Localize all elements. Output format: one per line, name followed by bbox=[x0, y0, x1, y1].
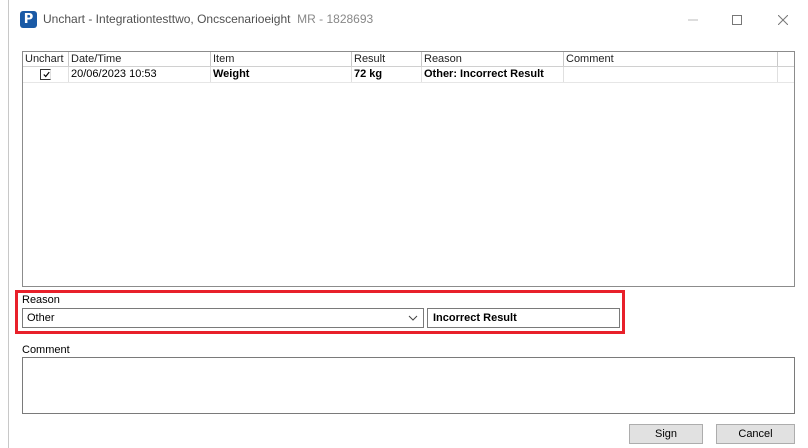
reason-detail-field[interactable]: Incorrect Result bbox=[427, 308, 620, 328]
unchart-checkbox[interactable] bbox=[40, 69, 51, 80]
col-header-unchart[interactable]: Unchart bbox=[23, 52, 69, 66]
table-row[interactable]: 20/06/2023 10:53 Weight 72 kg Other: Inc… bbox=[23, 67, 794, 83]
comment-label: Comment bbox=[22, 344, 70, 356]
close-button[interactable] bbox=[761, 6, 805, 34]
grid-header: Unchart Date/Time Item Result Reason Com… bbox=[23, 52, 794, 67]
minimize-icon bbox=[688, 19, 698, 21]
mr-number: MR - 1828693 bbox=[297, 12, 374, 26]
reason-label: Reason bbox=[22, 294, 60, 306]
col-header-comment[interactable]: Comment bbox=[564, 52, 778, 66]
close-icon bbox=[778, 15, 788, 25]
cell-comment bbox=[564, 67, 778, 82]
cell-reason: Other: Incorrect Result bbox=[422, 67, 564, 82]
chevron-down-icon bbox=[408, 315, 418, 321]
title-bar[interactable]: P Unchart - Integrationtesttwo, Oncscena… bbox=[9, 0, 808, 40]
col-header-reason[interactable]: Reason bbox=[422, 52, 564, 66]
window-title: Unchart - Integrationtesttwo, Oncscenari… bbox=[43, 12, 373, 26]
app-logo-icon: P bbox=[20, 11, 37, 28]
unchart-cell bbox=[23, 67, 69, 82]
col-header-item[interactable]: Item bbox=[211, 52, 352, 66]
maximize-icon bbox=[732, 15, 742, 25]
unchart-dialog: P Unchart - Integrationtesttwo, Oncscena… bbox=[8, 0, 808, 448]
reason-dropdown[interactable]: Other bbox=[22, 308, 424, 328]
cell-item: Weight bbox=[211, 67, 352, 82]
results-grid[interactable]: Unchart Date/Time Item Result Reason Com… bbox=[22, 51, 795, 287]
window-title-text: Unchart - Integrationtesttwo, Oncscenari… bbox=[43, 12, 291, 26]
cell-datetime: 20/06/2023 10:53 bbox=[69, 67, 211, 82]
col-header-datetime[interactable]: Date/Time bbox=[69, 52, 211, 66]
minimize-button[interactable] bbox=[671, 6, 715, 34]
cancel-button[interactable]: Cancel bbox=[716, 424, 795, 444]
col-header-result[interactable]: Result bbox=[352, 52, 422, 66]
comment-textarea[interactable] bbox=[22, 357, 795, 414]
reason-selected-value: Other bbox=[27, 312, 55, 324]
checkmark-icon bbox=[43, 71, 50, 78]
cell-result: 72 kg bbox=[352, 67, 422, 82]
sign-button[interactable]: Sign bbox=[629, 424, 703, 444]
maximize-button[interactable] bbox=[715, 6, 759, 34]
